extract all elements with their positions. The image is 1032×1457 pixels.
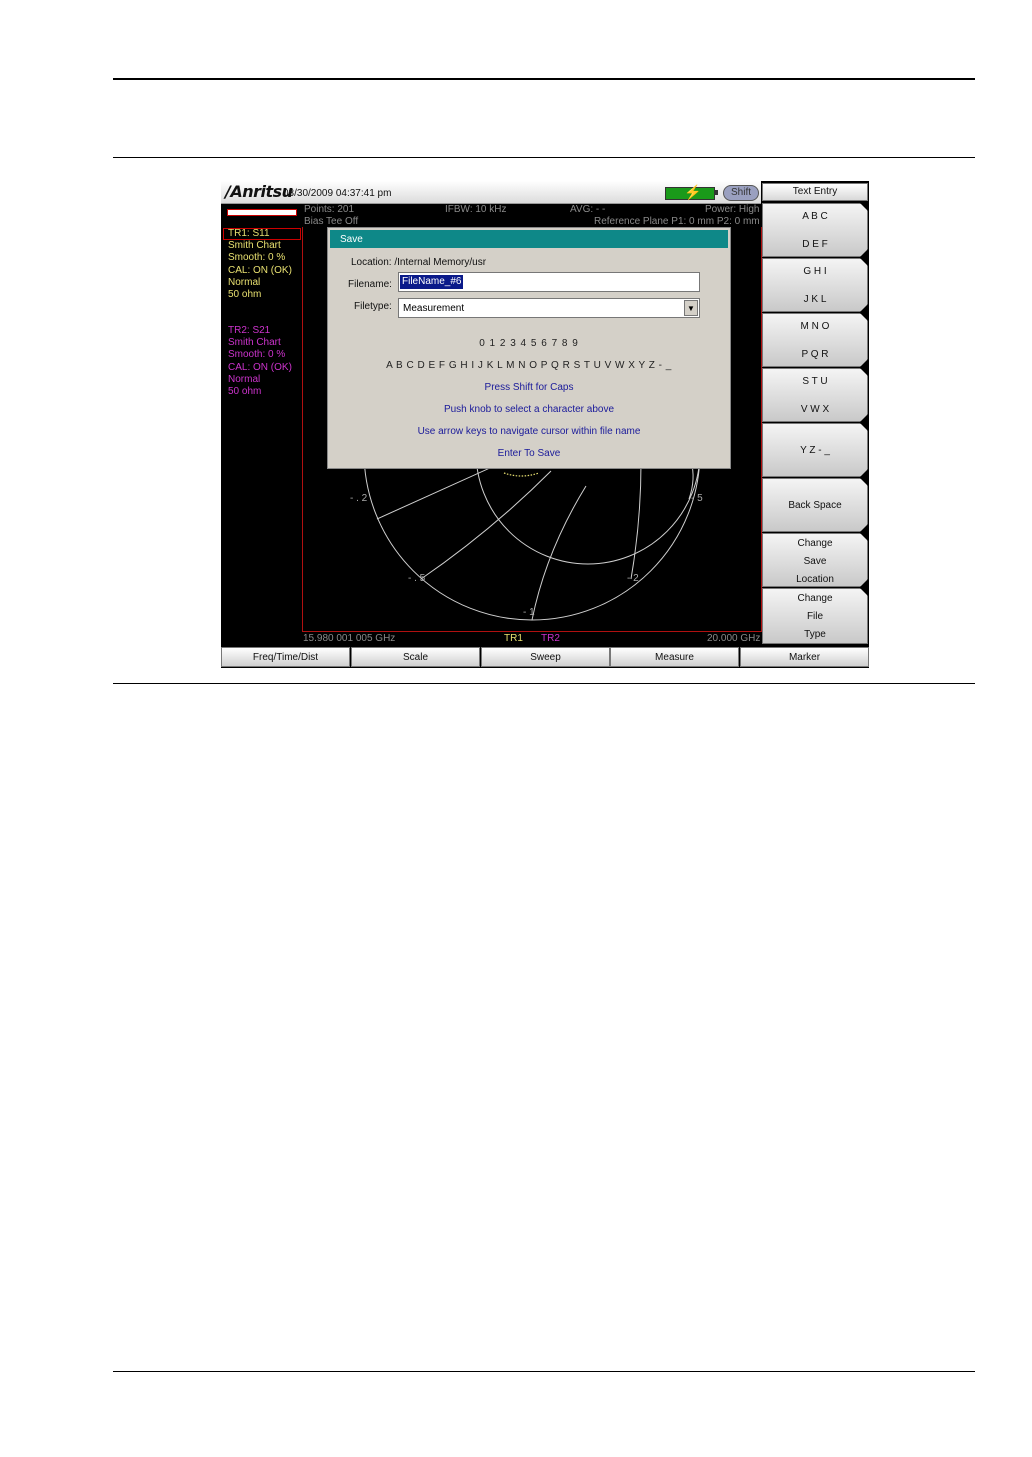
filename-field[interactable]: FileName_#6	[398, 272, 700, 292]
softkey-ghi-label: G H I	[803, 266, 827, 277]
softkey-abc-def[interactable]: A B C D E F	[762, 203, 868, 257]
smith-reactance-arc-neg-point5	[420, 470, 552, 580]
stop-frequency: 20.000 GHz	[707, 633, 761, 644]
softkey-yz[interactable]: Y Z - _	[762, 423, 868, 477]
softkey-back-space-label: Back Space	[788, 500, 842, 511]
axis-label-neg-five: - 5	[691, 493, 703, 504]
axis-label-neg-point5: - . 5	[408, 573, 426, 584]
dropdown-arrow-icon[interactable]: ▼	[684, 300, 698, 316]
softkey-pqr-label: P Q R	[801, 349, 829, 360]
footer-rule	[113, 1371, 975, 1372]
digit-characters[interactable]: 0 1 2 3 4 5 6 7 8 9	[328, 338, 730, 349]
softkey-cft-line2: File	[806, 611, 824, 622]
key-sweep[interactable]: Sweep	[481, 647, 610, 667]
softkey-yz-label: Y Z - _	[800, 445, 830, 456]
filename-selected-text: FileName_#6	[400, 275, 464, 289]
hint-knob-select: Push knob to select a character above	[443, 404, 615, 415]
filetype-dropdown[interactable]: Measurement ▼	[398, 298, 700, 318]
hint-shift-caps: Press Shift for Caps	[484, 382, 574, 393]
filetype-value: Measurement	[403, 303, 465, 314]
hint-enter-save: Enter To Save	[497, 448, 561, 459]
softkey-change-save-location[interactable]: Change Save Location	[762, 533, 868, 587]
figure-bottom-rule	[113, 683, 975, 684]
trace1-label: TR1	[504, 633, 523, 644]
hint-arrow-keys: Use arrow keys to navigate cursor within…	[417, 426, 641, 437]
filename-label: Filename:	[348, 279, 392, 290]
smith-reactance-arc-neg-two	[630, 462, 642, 580]
key-scale[interactable]: Scale	[351, 647, 480, 667]
softkey-change-file-type[interactable]: Change File Type	[762, 588, 868, 644]
trace2-label: TR2	[541, 633, 560, 644]
softkey-stu-vwx[interactable]: S T U V W X	[762, 368, 868, 422]
top-rule	[113, 78, 975, 80]
softkey-back-space[interactable]: Back Space	[762, 478, 868, 532]
location-label: Location: /Internal Memory/usr	[351, 257, 487, 268]
key-measure[interactable]: Measure	[610, 647, 739, 667]
instrument-screen: /Anritsu 03/30/2009 04:37:41 pm ⚡ Shift …	[221, 181, 869, 668]
softkey-jkl-label: J K L	[803, 294, 827, 305]
axis-label-neg-point2: - . 2	[350, 493, 368, 504]
axis-label-neg-two: - 2	[627, 573, 639, 584]
softkey-menu-title: Text Entry	[762, 183, 868, 201]
start-frequency: 15.980 001 005 GHz	[303, 633, 396, 644]
key-marker[interactable]: Marker	[740, 647, 869, 667]
softkey-vwx-label: V W X	[800, 404, 830, 415]
dialog-title: Save	[330, 230, 728, 248]
letter-characters[interactable]: A B C D E F G H I J K L M N O P Q R S T …	[328, 360, 730, 371]
s11-trace	[503, 472, 540, 477]
softkey-cft-line1: Change	[797, 593, 833, 604]
softkey-cft-line3: Type	[804, 629, 826, 640]
key-freq-time-dist[interactable]: Freq/Time/Dist	[221, 647, 350, 667]
softkey-csl-line2: Save	[803, 556, 827, 567]
axis-label-neg-one: - 1	[523, 607, 535, 618]
softkey-ghi-jkl[interactable]: G H I J K L	[762, 258, 868, 312]
filetype-label: Filetype:	[354, 301, 392, 312]
save-dialog: Save Location: /Internal Memory/usr File…	[327, 227, 731, 469]
softkey-mno-label: M N O	[800, 321, 830, 332]
softkey-mno-pqr[interactable]: M N O P Q R	[762, 313, 868, 367]
softkey-csl-line3: Location	[796, 574, 834, 585]
softkey-csl-line1: Change	[797, 538, 833, 549]
softkey-abc-label: A B C	[802, 211, 828, 222]
header-rule	[113, 157, 975, 158]
softkey-stu-label: S T U	[802, 376, 828, 387]
softkey-def-label: D E F	[802, 239, 828, 250]
